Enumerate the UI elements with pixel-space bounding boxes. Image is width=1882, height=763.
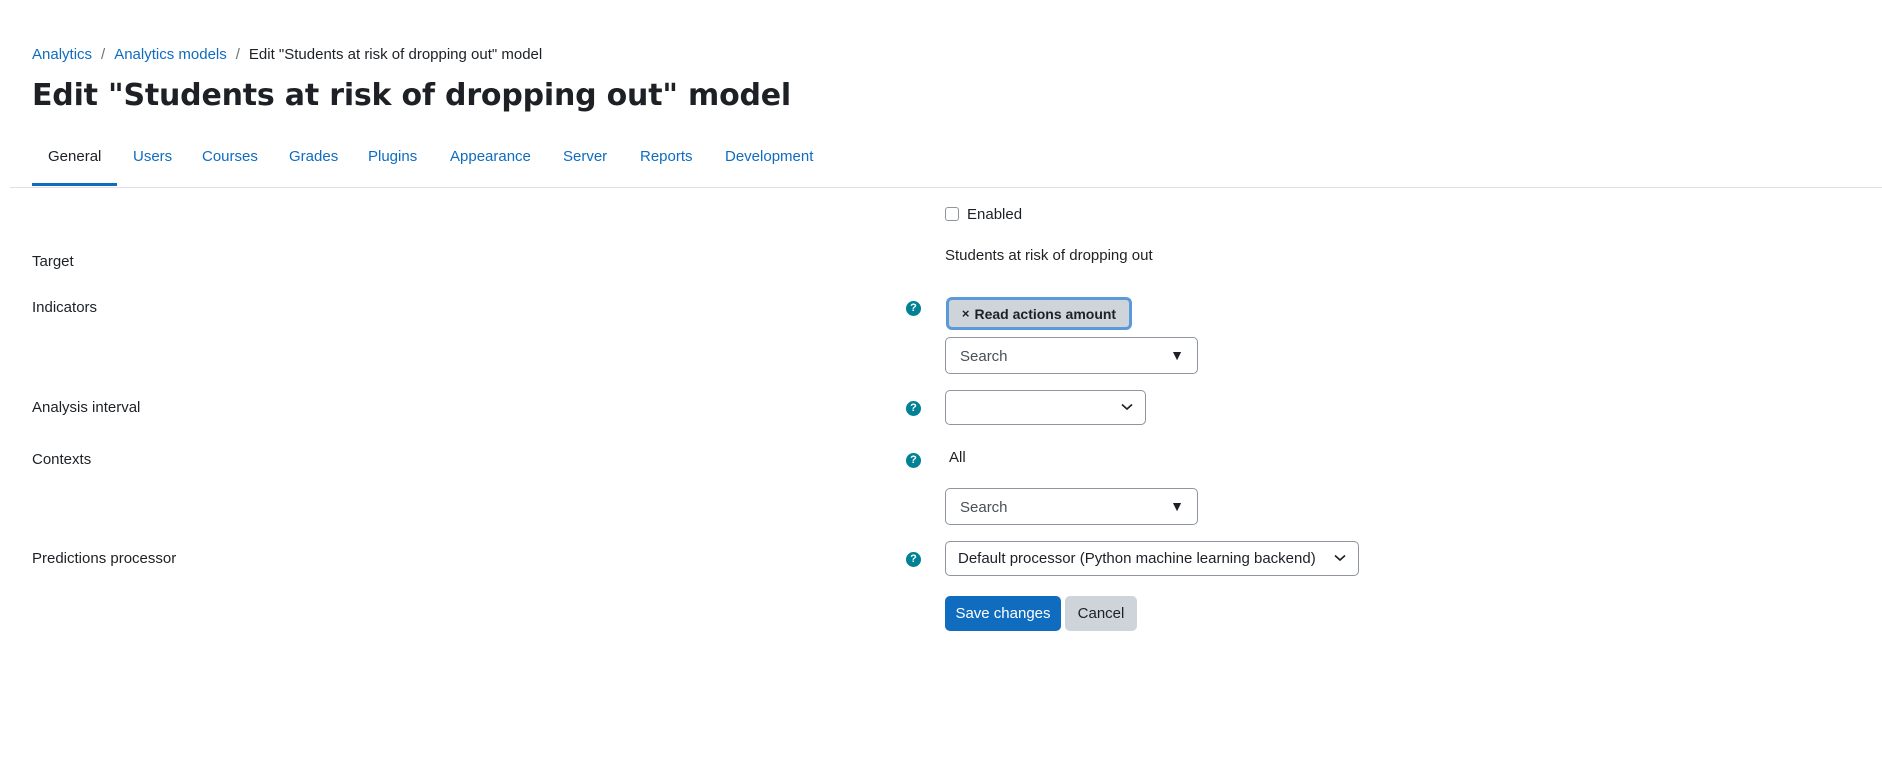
indicator-tag[interactable]: × Read actions amount bbox=[946, 297, 1132, 330]
breadcrumb-analytics-models[interactable]: Analytics models bbox=[114, 46, 227, 63]
enabled-checkbox[interactable] bbox=[945, 207, 959, 221]
cancel-button[interactable]: Cancel bbox=[1065, 596, 1137, 631]
contexts-help-icon[interactable]: ? bbox=[906, 453, 921, 468]
breadcrumb-analytics[interactable]: Analytics bbox=[32, 46, 92, 63]
page-title: Edit "Students at risk of dropping out" … bbox=[32, 78, 792, 113]
target-value: Students at risk of dropping out bbox=[945, 247, 1153, 264]
chevron-down-icon bbox=[1334, 554, 1346, 562]
indicator-tag-label: Read actions amount bbox=[974, 305, 1117, 322]
tab-grades[interactable]: Grades bbox=[273, 140, 354, 186]
tab-bar: General Users Courses Grades Plugins App… bbox=[10, 140, 1882, 188]
analysis-interval-label: Analysis interval bbox=[32, 399, 141, 416]
save-changes-button[interactable]: Save changes bbox=[945, 596, 1061, 631]
breadcrumb: Analytics / Analytics models / Edit "Stu… bbox=[32, 46, 542, 63]
contexts-label: Contexts bbox=[32, 451, 92, 468]
chevron-down-icon bbox=[1121, 403, 1133, 411]
caret-down-icon[interactable]: ▼ bbox=[1170, 347, 1184, 363]
close-icon[interactable]: × bbox=[962, 306, 970, 321]
contexts-search[interactable]: ▼ bbox=[945, 488, 1198, 525]
indicators-search[interactable]: ▼ bbox=[945, 337, 1198, 374]
tab-server[interactable]: Server bbox=[547, 140, 623, 186]
tab-reports[interactable]: Reports bbox=[624, 140, 709, 186]
indicators-search-input[interactable] bbox=[958, 347, 1162, 366]
caret-down-icon[interactable]: ▼ bbox=[1170, 498, 1184, 514]
tab-courses[interactable]: Courses bbox=[186, 140, 274, 186]
breadcrumb-separator: / bbox=[101, 46, 106, 63]
indicators-help-icon[interactable]: ? bbox=[906, 301, 921, 316]
tab-development[interactable]: Development bbox=[709, 140, 829, 186]
indicators-label: Indicators bbox=[32, 299, 98, 316]
target-label: Target bbox=[32, 253, 74, 270]
predictions-processor-help-icon[interactable]: ? bbox=[906, 552, 921, 567]
tab-appearance[interactable]: Appearance bbox=[434, 140, 547, 186]
tab-plugins[interactable]: Plugins bbox=[352, 140, 433, 186]
predictions-processor-select[interactable]: Default processor (Python machine learni… bbox=[945, 541, 1359, 576]
analysis-interval-help-icon[interactable]: ? bbox=[906, 401, 921, 416]
breadcrumb-current: Edit "Students at risk of dropping out" … bbox=[248, 46, 543, 63]
contexts-search-input[interactable] bbox=[958, 498, 1162, 517]
analysis-interval-select[interactable] bbox=[945, 390, 1146, 425]
breadcrumb-separator: / bbox=[235, 46, 240, 63]
contexts-value: All bbox=[949, 449, 966, 466]
enabled-label: Enabled bbox=[967, 206, 1023, 223]
tab-users[interactable]: Users bbox=[117, 140, 188, 186]
tab-general[interactable]: General bbox=[32, 140, 118, 186]
predictions-processor-label: Predictions processor bbox=[32, 550, 177, 567]
predictions-processor-value: Default processor (Python machine learni… bbox=[958, 550, 1316, 567]
